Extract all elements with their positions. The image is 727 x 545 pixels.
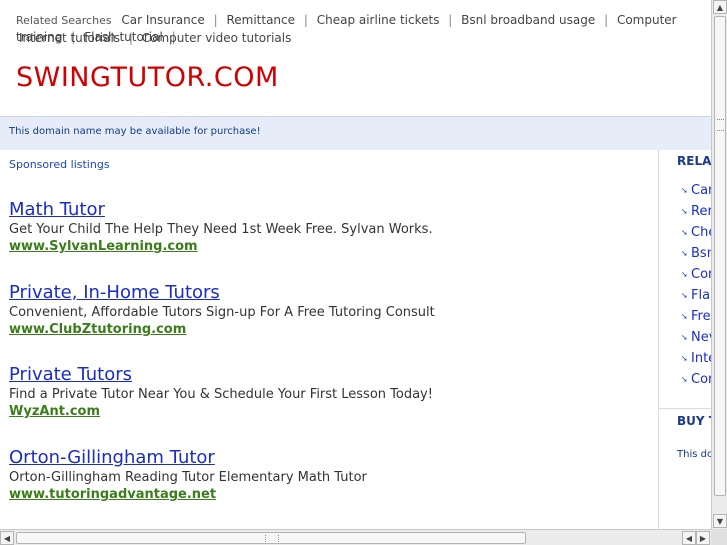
sponsored-listings-label: Sponsored listings (9, 158, 110, 171)
grip-icon (717, 119, 724, 131)
sidebar-item[interactable]: ➘ Cor (681, 369, 711, 390)
buy-domain-text: This dor (677, 449, 711, 460)
sidebar-item[interactable]: ➘ Fla (681, 285, 711, 306)
sidebar-item-label: Fre (691, 309, 711, 324)
arrow-icon: ➘ (681, 354, 688, 363)
ad-description: Find a Private Tutor Near You & Schedule… (9, 387, 433, 402)
scroll-down-button[interactable]: ▼ (713, 514, 727, 528)
related-link-cheap-airline-tickets[interactable]: Cheap airline tickets (317, 13, 440, 27)
sidebar-item[interactable]: ➘Inte (681, 348, 711, 369)
ad-url-link[interactable]: www.tutoringadvantage.net (9, 486, 649, 503)
page-viewport: Related Searches Car Insurance | Remitta… (0, 0, 711, 529)
arrow-icon: ➘ (681, 207, 688, 216)
scrollbar-corner (711, 529, 727, 545)
sidebar-item[interactable]: ➘ Bsn (681, 243, 711, 264)
domain-notice-text[interactable]: This domain name may be available for pu… (9, 126, 261, 137)
horizontal-scrollbar[interactable]: ◀ ◀ ▶ (0, 529, 711, 545)
sidebar-item-label: Bsn (691, 246, 711, 261)
scroll-left-button[interactable]: ◀ (0, 531, 14, 545)
sidebar-divider (659, 408, 711, 409)
related-link-car-insurance[interactable]: Car Insurance (121, 13, 204, 27)
ad-listing: Private, In-Home Tutors Convenient, Affo… (9, 282, 649, 338)
sidebar-item-label: Rer (691, 204, 711, 219)
arrow-icon: ➘ (681, 333, 688, 342)
ad-url-link[interactable]: WyzAnt.com (9, 403, 649, 420)
related-searches-bar: Related Searches Car Insurance | Remitta… (16, 12, 711, 46)
ad-listing: Math Tutor Get Your Child The Help They … (9, 199, 649, 255)
separator: | (604, 13, 609, 27)
sidebar-item-label: Cor (691, 372, 711, 387)
arrow-icon: ➘ (681, 228, 688, 237)
site-title: SWINGTUTOR.COM (16, 62, 279, 93)
separator: | (303, 13, 308, 27)
arrow-icon: ➘ (681, 270, 688, 279)
sidebar-list: ➘Car ➘Rer ➘Che ➘Bsn ➘Cor ➘Fla ➘Fre ➘Nev … (681, 180, 711, 390)
ad-listing: Private Tutors Find a Private Tutor Near… (9, 364, 649, 420)
scroll-up-button[interactable]: ▲ (713, 0, 727, 14)
sidebar-item[interactable]: ➘ Fre (681, 306, 711, 327)
sidebar-item[interactable]: ➘ Cor (681, 264, 711, 285)
related-link-computer-video-tutorials[interactable]: Computer video tutorials (142, 31, 292, 45)
arrow-icon: ➘ (681, 291, 688, 300)
ad-title-link[interactable]: Private Tutors (9, 364, 649, 386)
sidebar-item-label: Car (691, 183, 711, 198)
vertical-scroll-thumb[interactable] (714, 16, 726, 496)
sidebar-item[interactable]: ➘ Rer (681, 201, 711, 222)
grip-icon (265, 535, 279, 542)
ad-title-link[interactable]: Private, In-Home Tutors (9, 282, 649, 304)
domain-notice-bar: This domain name may be available for pu… (0, 116, 711, 150)
ad-title-link[interactable]: Math Tutor (9, 199, 649, 221)
related-line-2: Internet tutorials | Computer video tuto… (19, 30, 291, 47)
ad-url-link[interactable]: www.SylvanLearning.com (9, 238, 649, 255)
ad-description: Get Your Child The Help They Need 1st We… (9, 222, 433, 237)
scroll-left-button-end[interactable]: ◀ (682, 531, 696, 545)
separator: | (213, 13, 218, 27)
sidebar-item-label: Nev (691, 330, 711, 345)
sidebar-item[interactable]: ➘Nev (681, 327, 711, 348)
related-link-remittance[interactable]: Remittance (226, 13, 295, 27)
horizontal-scroll-thumb[interactable] (16, 532, 526, 544)
arrow-icon: ➘ (681, 186, 688, 195)
related-sidebar: RELA ➘Car ➘Rer ➘Che ➘Bsn ➘Cor ➘Fla ➘Fre … (658, 150, 711, 529)
sidebar-item-label: Cor (691, 267, 711, 282)
sidebar-item-label: Che (691, 225, 711, 240)
ad-url-link[interactable]: www.ClubZtutoring.com (9, 321, 649, 338)
sidebar-item[interactable]: ➘Che (681, 222, 711, 243)
sidebar-item-label: Fla (691, 288, 711, 303)
arrow-icon: ➘ (681, 312, 688, 321)
buy-domain-heading: BUY T (677, 414, 711, 428)
ad-description: Convenient, Affordable Tutors Sign-up Fo… (9, 305, 435, 320)
sidebar-item-label: Inte (691, 351, 711, 366)
related-link-internet-tutorials[interactable]: Internet tutorials (19, 31, 120, 45)
arrow-icon: ➘ (681, 249, 688, 258)
separator: | (448, 13, 453, 27)
vertical-scrollbar[interactable]: ▲ ▼ (711, 0, 727, 529)
ad-title-link[interactable]: Orton-Gillingham Tutor (9, 447, 649, 469)
related-searches-label: Related Searches (16, 14, 112, 27)
related-link-bsnl-broadband-usage[interactable]: Bsnl broadband usage (461, 13, 595, 27)
arrow-icon: ➘ (681, 375, 688, 384)
ad-description: Orton-Gillingham Reading Tutor Elementar… (9, 470, 367, 485)
scroll-right-button[interactable]: ▶ (696, 531, 710, 545)
separator: | (128, 31, 133, 45)
sidebar-heading: RELA (677, 154, 711, 168)
ad-listing: Orton-Gillingham Tutor Orton-Gillingham … (9, 447, 649, 503)
sidebar-item[interactable]: ➘ Car (681, 180, 711, 201)
